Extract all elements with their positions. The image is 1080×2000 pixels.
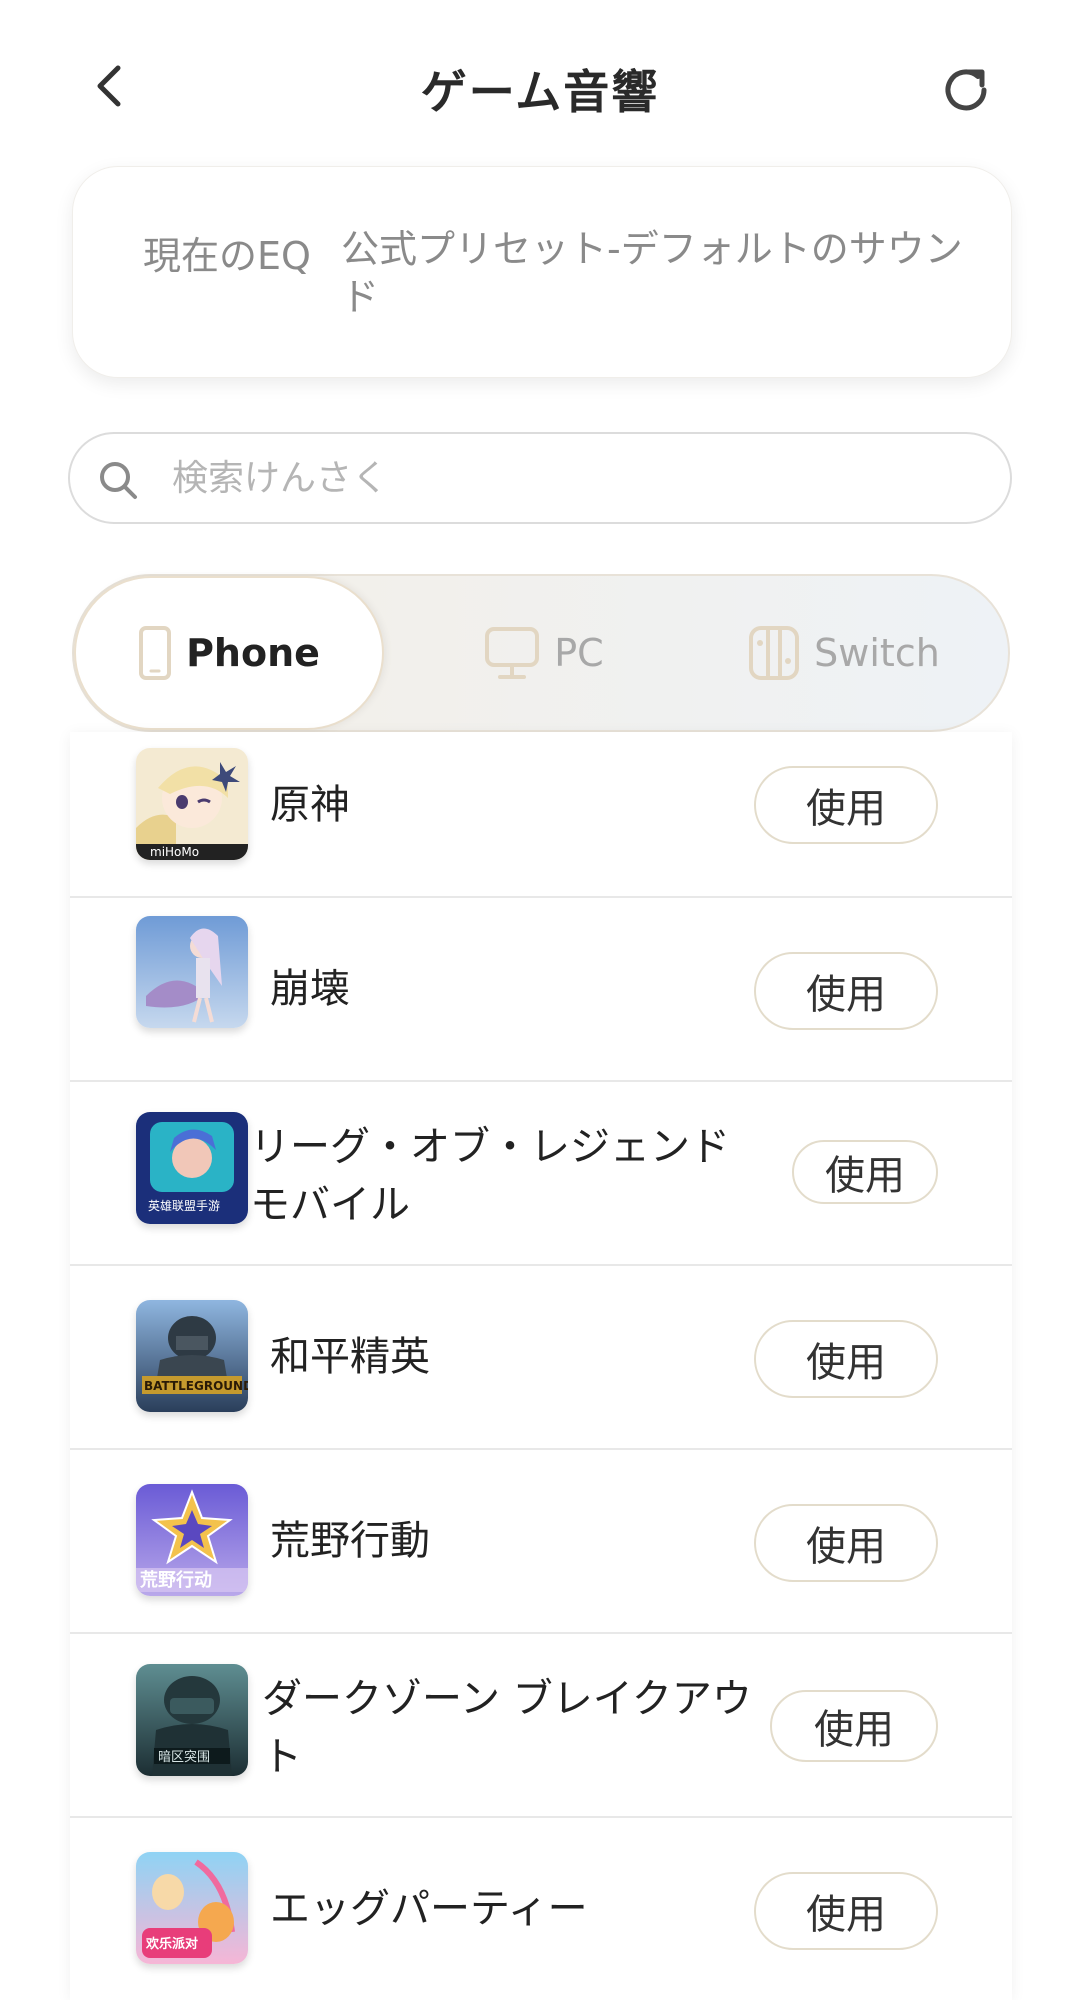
honkai-app-icon [136, 916, 248, 1028]
list-item: 崩壊 使用 [70, 898, 1012, 1082]
tab-switch[interactable]: Switch [694, 576, 994, 730]
use-button[interactable]: 使用 [770, 1690, 938, 1762]
game-name: リーグ・オブ・レジェンド モバイル [250, 1124, 730, 1228]
knives-out-app-icon: 荒野行动 [136, 1484, 248, 1596]
switch-console-icon [749, 626, 800, 680]
tab-phone[interactable]: Phone [74, 576, 384, 730]
list-item: BATTLEGROUNDS 和平精英 使用 [70, 1266, 1012, 1450]
arena-breakout-app-icon: 暗区突围 [136, 1664, 248, 1776]
game-list: miHoMo 原神 使用 崩壊 使用 英雄联盟手游 リーグ・オブ・レジェンド モ… [70, 732, 1012, 2000]
use-button[interactable]: 使用 [754, 1504, 938, 1582]
list-item: 荒野行动 荒野行動 使用 [70, 1450, 1012, 1634]
use-button[interactable]: 使用 [754, 766, 938, 844]
game-name: ダークゾーン ブレイクアウト [262, 1676, 752, 1780]
tab-pc-label: PC [554, 631, 604, 675]
arena-breakout-icon-text: 暗区突围 [158, 1749, 210, 1765]
current-eq-card[interactable]: 現在のEQ 公式プリセット-デフォルトのサウンド [72, 166, 1012, 378]
refresh-icon [945, 69, 987, 111]
game-name: 原神 [270, 782, 350, 828]
search-input[interactable] [172, 448, 972, 508]
lol-mobile-app-icon: 英雄联盟手游 [136, 1112, 248, 1224]
monitor-icon [485, 627, 540, 679]
platform-tabs: Phone PC Switch [72, 574, 1010, 732]
search-bar[interactable] [68, 432, 1012, 524]
use-button[interactable]: 使用 [754, 1872, 938, 1950]
genshin-icon-text: miHoMo [150, 845, 199, 859]
page-title: ゲーム音響 [420, 65, 660, 119]
eggy-party-icon-text: 欢乐派对 [145, 1936, 198, 1952]
tab-switch-label: Switch [814, 631, 940, 675]
refresh-button[interactable] [936, 60, 996, 120]
use-button[interactable]: 使用 [792, 1140, 938, 1204]
eggy-party-app-icon: 欢乐派对 [136, 1852, 248, 1964]
header-bar: ゲーム音響 [0, 0, 1080, 180]
search-icon [100, 462, 137, 499]
knives-out-icon-text: 荒野行动 [139, 1569, 212, 1591]
game-name: 和平精英 [270, 1334, 430, 1380]
current-eq-value: 公式プリセット-デフォルトのサウンド [341, 227, 963, 319]
tab-phone-label: Phone [186, 631, 320, 675]
use-button[interactable]: 使用 [754, 952, 938, 1030]
phone-icon [139, 626, 172, 680]
current-eq-label: 現在のEQ [143, 234, 311, 278]
list-item: 欢乐派对 エッグパーティー 使用 [70, 1818, 1012, 2000]
genshin-app-icon: miHoMo [136, 748, 248, 860]
lol-icon-text: 英雄联盟手游 [148, 1198, 220, 1213]
pubg-icon-text: BATTLEGROUNDS [144, 1379, 248, 1393]
list-item: miHoMo 原神 使用 [70, 732, 1012, 898]
peacekeeper-elite-app-icon: BATTLEGROUNDS [136, 1300, 248, 1412]
game-name: 崩壊 [270, 966, 350, 1012]
game-name: エッグパーティー [270, 1886, 588, 1932]
list-item: 暗区突围 ダークゾーン ブレイクアウト 使用 [70, 1634, 1012, 1818]
list-item: 英雄联盟手游 リーグ・オブ・レジェンド モバイル 使用 [70, 1082, 1012, 1266]
use-button[interactable]: 使用 [754, 1320, 938, 1398]
game-name: 荒野行動 [270, 1518, 430, 1564]
tab-pc[interactable]: PC [414, 576, 674, 730]
